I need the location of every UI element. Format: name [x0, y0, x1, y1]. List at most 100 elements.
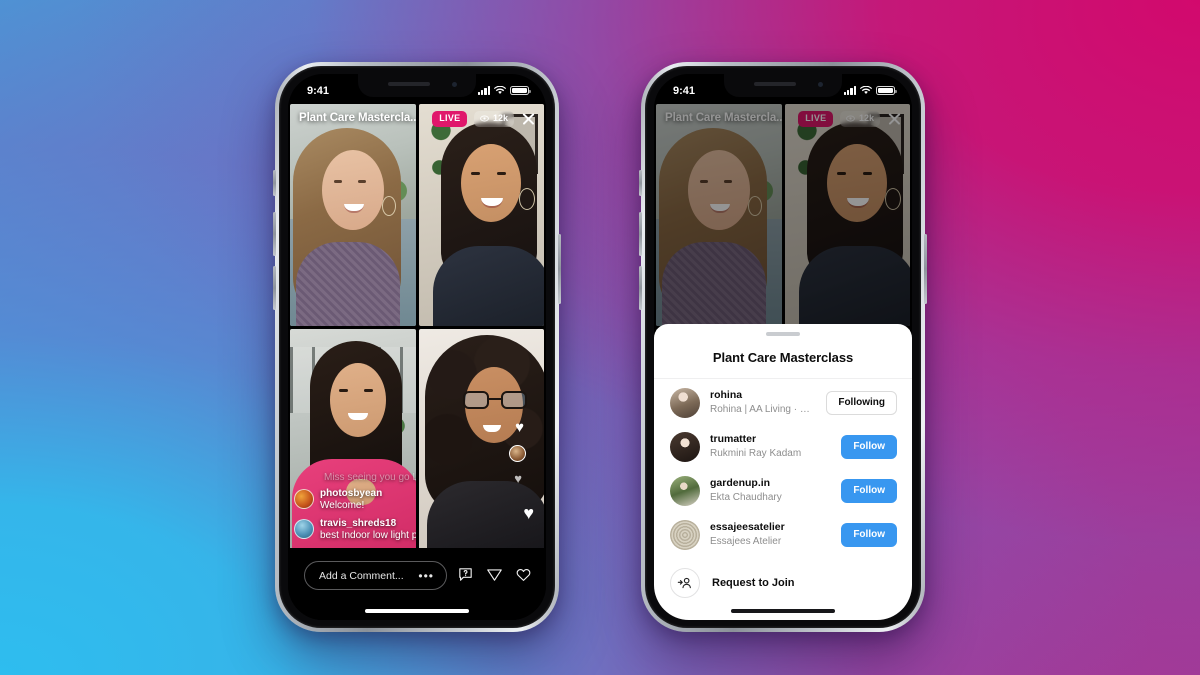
video-tile-guest-2[interactable]: Miss seeing you go Live! photosbyean Wel… — [290, 329, 416, 551]
volume-down-button[interactable] — [639, 266, 642, 310]
heart-icon: ♥ — [514, 471, 522, 486]
comment-item: photosbyean Welcome! — [294, 488, 416, 512]
guest-video-frame-1 — [418, 104, 544, 326]
user-username: essajeesatelier — [710, 521, 785, 534]
list-item[interactable]: trumatter Rukmini Ray Kadam Follow — [654, 425, 912, 469]
avatar — [294, 489, 314, 510]
mute-switch[interactable] — [639, 170, 642, 196]
sheet-title: Plant Care Masterclass — [654, 336, 912, 379]
user-username: trumatter — [710, 433, 757, 446]
viewer-count-value: 12k — [492, 113, 508, 123]
user-info: rohina Rohina | AA Living · Host — [710, 389, 816, 416]
heart-icon: ♥ — [515, 419, 524, 436]
add-person-icon — [670, 568, 700, 598]
phone-right-screen: 9:41 Plant Care Mastercla... LIVE 12k Pl… — [654, 74, 912, 620]
user-subtitle: Essajees Atelier — [710, 536, 782, 548]
live-title: Plant Care Mastercla... — [299, 112, 416, 124]
avatar — [509, 445, 526, 462]
list-item[interactable]: essajeesatelier Essajees Atelier Follow — [654, 513, 912, 557]
volume-down-button[interactable] — [273, 266, 276, 310]
request-to-join-label: Request to Join — [712, 577, 795, 589]
user-info: trumatter Rukmini Ray Kadam — [710, 433, 831, 460]
participants-list: rohina Rohina | AA Living · Host Followi… — [654, 379, 912, 605]
comment-input-placeholder: Add a Comment... — [319, 569, 404, 582]
volume-up-button[interactable] — [273, 212, 276, 256]
front-camera — [818, 82, 823, 87]
live-header-controls: LIVE 12k — [432, 111, 536, 127]
phone-left: 9:41 Plant Care Mastercla... LIVE 12k Mi… — [273, 62, 561, 632]
eye-icon — [480, 114, 490, 123]
avatar — [670, 432, 700, 462]
home-indicator[interactable] — [731, 609, 835, 613]
status-indicators — [843, 85, 897, 96]
ellipsis-icon[interactable]: ••• — [418, 570, 434, 582]
user-info: essajeesatelier Essajees Atelier — [710, 521, 831, 548]
video-row-bottom: Miss seeing you go Live! photosbyean Wel… — [288, 329, 546, 551]
following-button[interactable]: Following — [826, 391, 897, 415]
user-subtitle: Rukmini Ray Kadam — [710, 448, 802, 460]
phone-left-screen: 9:41 Plant Care Mastercla... LIVE 12k Mi… — [288, 74, 546, 620]
live-comments: Miss seeing you go Live! photosbyean Wel… — [294, 472, 416, 547]
follow-button[interactable]: Follow — [841, 479, 897, 503]
video-tile-guest-3[interactable]: ♥ ♥ ♥ — [418, 329, 544, 551]
comment-username: travis_shreds18 — [320, 517, 397, 529]
notch — [358, 74, 476, 97]
comment-username: photosbyean — [320, 488, 383, 500]
wifi-icon — [860, 86, 872, 95]
power-button[interactable] — [558, 234, 561, 304]
comment-input[interactable]: Add a Comment... ••• — [304, 561, 447, 590]
follow-button[interactable]: Follow — [841, 435, 897, 459]
phone-right: 9:41 Plant Care Mastercla... LIVE 12k Pl… — [639, 62, 927, 632]
video-tile-host[interactable]: Plant Care Mastercla... — [290, 104, 416, 326]
question-bubble-icon[interactable] — [457, 566, 474, 583]
status-indicators — [477, 85, 531, 96]
host-video-frame — [290, 104, 416, 326]
video-tile-guest-1[interactable]: LIVE 12k — [418, 104, 544, 326]
status-time: 9:41 — [673, 84, 696, 97]
floating-hearts: ♥ ♥ ♥ — [488, 417, 538, 547]
heart-icon: ♥ — [523, 503, 534, 523]
wifi-icon — [494, 86, 506, 95]
battery-icon — [876, 85, 897, 96]
notch — [724, 74, 842, 97]
live-video-grid: Plant Care Mastercla... LIVE — [288, 104, 546, 620]
comment-faded: Miss seeing you go Live! — [324, 472, 416, 484]
status-time: 9:41 — [307, 84, 330, 97]
phone-right-body: 9:41 Plant Care Mastercla... LIVE 12k Pl… — [645, 66, 921, 628]
close-icon[interactable] — [521, 111, 536, 126]
earpiece-speaker — [754, 82, 796, 86]
earpiece-speaker — [388, 82, 430, 86]
request-to-join-row[interactable]: Request to Join — [654, 557, 912, 605]
video-row-top: Plant Care Mastercla... LIVE 12k — [288, 104, 546, 326]
comment-message: best Indoor low light plan to maintain? — [320, 529, 416, 541]
avatar — [670, 388, 700, 418]
user-info: gardenup.in Ekta Chaudhary — [710, 477, 831, 504]
mute-switch[interactable] — [273, 170, 276, 196]
user-username: gardenup.in — [710, 477, 771, 490]
power-button[interactable] — [924, 234, 927, 304]
battery-icon — [510, 85, 531, 96]
user-username: rohina — [710, 389, 743, 402]
avatar — [294, 518, 314, 539]
user-subtitle: Ekta Chaudhary — [710, 492, 782, 504]
avatar — [670, 476, 700, 506]
background-stage: 9:41 Plant Care Mastercla... LIVE 12k Mi… — [0, 0, 1200, 675]
cellular-signal-icon — [843, 86, 856, 96]
home-indicator[interactable] — [365, 609, 469, 613]
front-camera — [452, 82, 457, 87]
follow-button[interactable]: Follow — [841, 523, 897, 547]
viewer-count-badge: 12k — [474, 111, 514, 127]
list-item[interactable]: gardenup.in Ekta Chaudhary Follow — [654, 469, 912, 513]
comment-item: travis_shreds18 best Indoor low light pl… — [294, 518, 416, 542]
paper-plane-icon[interactable] — [486, 566, 503, 583]
volume-up-button[interactable] — [639, 212, 642, 256]
avatar — [670, 520, 700, 550]
participants-sheet: Plant Care Masterclass rohina Rohina | A… — [654, 324, 912, 620]
comment-message: Welcome! — [320, 500, 365, 512]
live-badge: LIVE — [432, 111, 468, 127]
comment-bar-actions — [457, 561, 532, 583]
list-item[interactable]: rohina Rohina | AA Living · Host Followi… — [654, 381, 912, 425]
cellular-signal-icon — [477, 86, 490, 96]
heart-icon[interactable] — [515, 566, 532, 583]
user-subtitle: Rohina | AA Living · Host — [710, 404, 817, 416]
